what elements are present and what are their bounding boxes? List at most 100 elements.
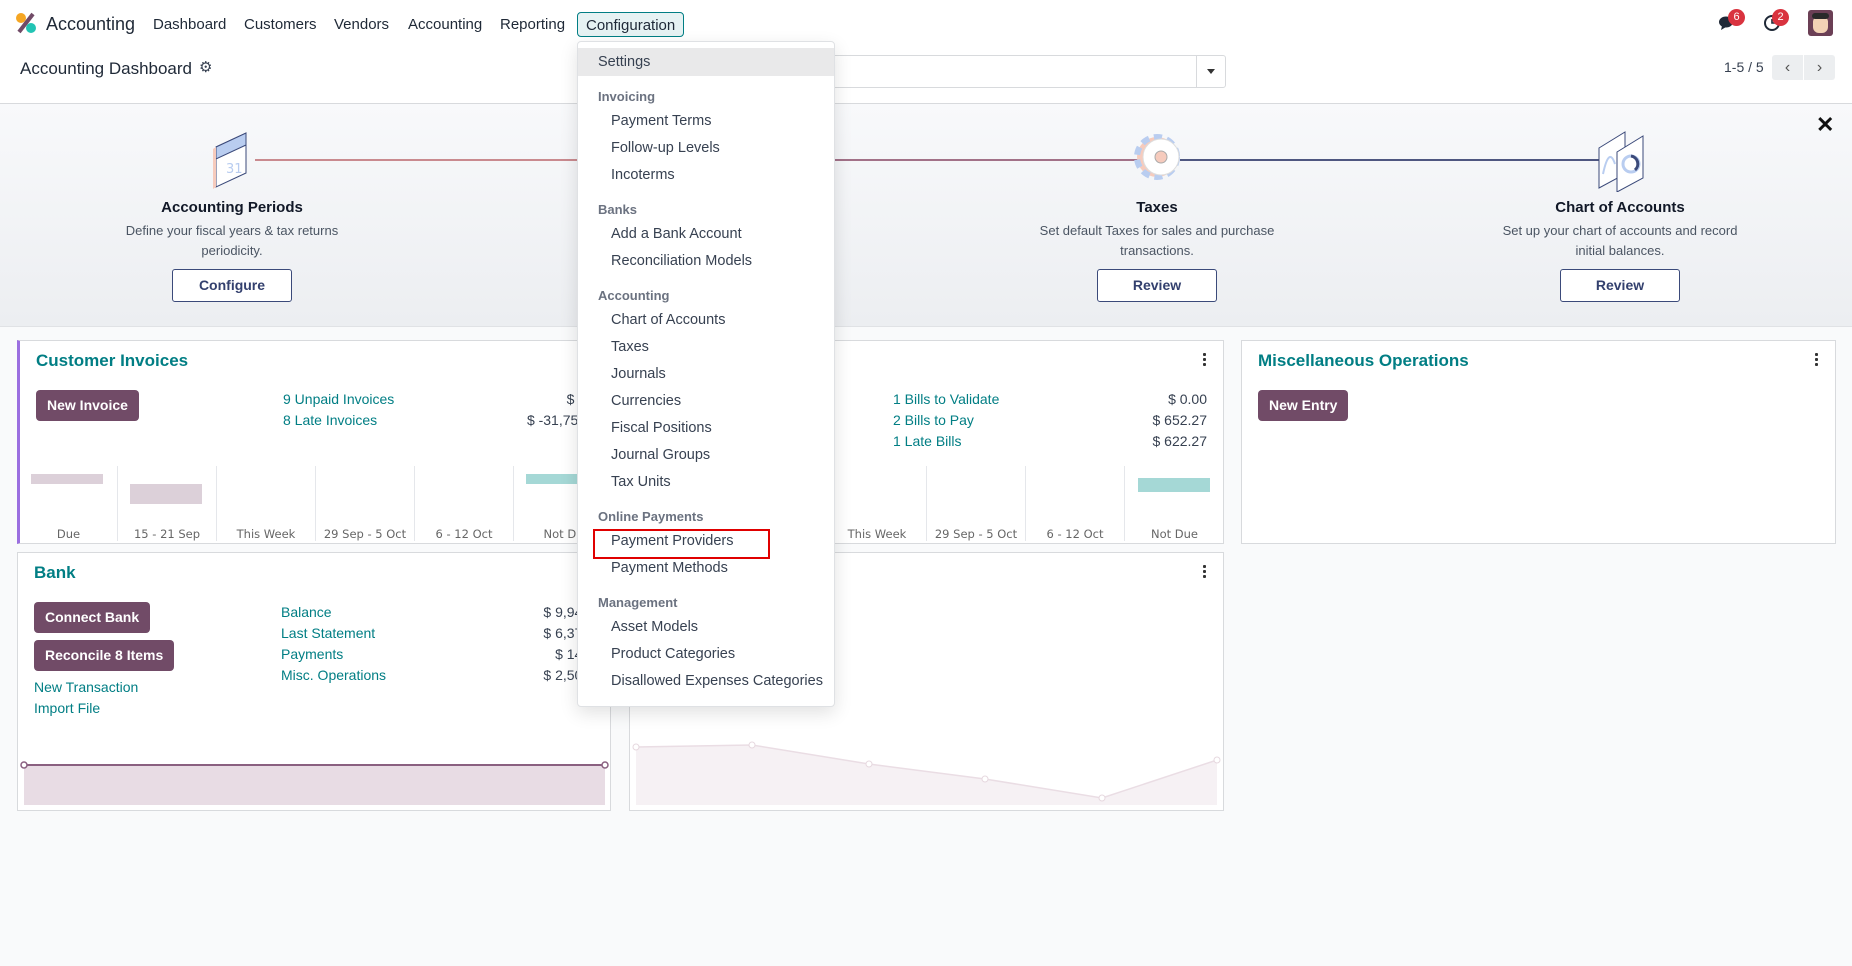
progress-line <box>835 159 1155 161</box>
x-label: 15 - 21 Sep <box>133 527 201 541</box>
payments-link[interactable]: Payments <box>281 646 343 662</box>
kebab-menu-icon[interactable] <box>1203 353 1207 368</box>
import-file-link[interactable]: Import File <box>34 700 100 716</box>
menu-item-payment-methods[interactable]: Payment Methods <box>578 555 834 582</box>
onboarding-banner: 31 Accounting Periods Define your fiscal… <box>0 104 1852 327</box>
menu-item-follow-up-levels[interactable]: Follow-up Levels <box>578 135 834 162</box>
step-description: Set up your chart of accounts and record… <box>1502 223 1738 258</box>
x-label: This Week <box>236 527 296 541</box>
menu-section-header: Accounting <box>598 288 670 303</box>
step-title: Chart of Accounts <box>1555 199 1685 216</box>
bank-card: Bank Connect Bank Reconcile 8 Items New … <box>17 552 611 811</box>
card-title[interactable]: Miscellaneous Operations <box>1258 351 1469 371</box>
menu-item-payment-terms[interactable]: Payment Terms <box>578 108 834 135</box>
x-label: 6 - 12 Oct <box>435 527 493 541</box>
progress-line <box>1180 159 1600 161</box>
gear-illustration-icon <box>1134 134 1180 180</box>
configure-button[interactable]: Configure <box>172 269 292 302</box>
user-avatar[interactable] <box>1808 10 1833 36</box>
review-taxes-button[interactable]: Review <box>1097 269 1217 302</box>
menu-item-settings[interactable]: Settings <box>578 48 834 76</box>
pager-next-button[interactable]: › <box>1804 55 1835 80</box>
misc-operations-link[interactable]: Misc. Operations <box>281 667 386 683</box>
nav-vendors[interactable]: Vendors <box>326 12 397 37</box>
menu-item-chart-of-accounts[interactable]: Chart of Accounts <box>578 307 834 334</box>
misc-operations-card: Miscellaneous Operations New Entry <box>1241 340 1836 544</box>
menu-item-disallowed-expenses-categories[interactable]: Disallowed Expenses Categories <box>578 668 834 695</box>
menu-item-journal-groups[interactable]: Journal Groups <box>578 442 834 469</box>
configuration-dropdown: Settings Invoicing Payment Terms Follow-up… <box>577 41 835 707</box>
x-label: Due <box>56 527 81 541</box>
new-invoice-button[interactable]: New Invoice <box>36 390 139 421</box>
step-description: Define your fiscal years & tax returns p… <box>125 223 339 258</box>
highlight-box <box>593 529 770 559</box>
amount: $ 652.27 <box>1152 412 1208 428</box>
menu-item-fiscal-positions[interactable]: Fiscal Positions <box>578 415 834 442</box>
activities-badge: 2 <box>1772 9 1789 26</box>
menu-section-header: Invoicing <box>598 89 656 104</box>
late-bills-link[interactable]: 1 Late Bills <box>893 433 961 449</box>
bar-due[interactable] <box>31 474 103 484</box>
caret-down-icon <box>1207 69 1215 78</box>
step-title: Accounting Periods <box>161 199 303 216</box>
menu-section-header: Management <box>598 595 678 610</box>
connect-bank-button[interactable]: Connect Bank <box>34 602 151 633</box>
menu-item-add-a-bank-account[interactable]: Add a Bank Account <box>578 221 834 248</box>
calendar-icon: 31 <box>213 132 247 189</box>
page-title: Accounting Dashboard <box>20 59 193 78</box>
card-title[interactable]: Bank <box>34 563 76 583</box>
menu-item-tax-units[interactable]: Tax Units <box>578 469 834 496</box>
late-invoices-link[interactable]: 8 Late Invoices <box>283 412 377 428</box>
top-navbar: Accounting Dashboard Customers Vendors A… <box>0 0 1852 46</box>
new-transaction-link[interactable]: New Transaction <box>34 679 138 695</box>
customer-invoices-card: Customer Invoices New Invoice 9 Unpaid I… <box>17 340 611 644</box>
bills-to-pay-link[interactable]: 2 Bills to Pay <box>893 412 974 428</box>
menu-item-asset-models[interactable]: Asset Models <box>578 614 834 641</box>
menu-item-product-categories[interactable]: Product Categories <box>578 641 834 668</box>
menu-item-incoterms[interactable]: Incoterms <box>578 162 834 189</box>
bar-15-21-sep[interactable] <box>130 484 202 504</box>
x-label: This Week <box>847 527 907 541</box>
balance-link[interactable]: Balance <box>281 604 332 620</box>
pager-value: 1-5 / 5 <box>1724 59 1764 75</box>
nav-customers[interactable]: Customers <box>236 12 325 37</box>
search-options-toggle[interactable] <box>1196 56 1225 87</box>
amount: $ 622.27 <box>1152 433 1208 449</box>
invoices-bar-chart: Due 15 - 21 Sep This Week 29 Sep - 5 Oct… <box>20 466 610 644</box>
x-label: 29 Sep - 5 Oct <box>323 527 407 541</box>
x-label: 6 - 12 Oct <box>1046 527 1104 541</box>
step-description: Set default Taxes for sales and purchase… <box>1039 223 1275 258</box>
reconcile-button[interactable]: Reconcile 8 Items <box>34 640 175 671</box>
menu-item-journals[interactable]: Journals <box>578 361 834 388</box>
menu-item-reconciliation-models[interactable]: Reconciliation Models <box>578 248 834 275</box>
control-panel: Accounting Dashboard ⚙ 1-5 / 5 ‹ › <box>0 46 1852 104</box>
gear-icon[interactable]: ⚙ <box>199 58 212 76</box>
nav-reporting[interactable]: Reporting <box>492 12 573 37</box>
bills-to-validate-link[interactable]: 1 Bills to Validate <box>893 391 999 407</box>
pager-previous-button[interactable]: ‹ <box>1772 55 1803 80</box>
step-title: Taxes <box>1136 199 1178 216</box>
x-label: 29 Sep - 5 Oct <box>934 527 1018 541</box>
bank-balance-graph <box>20 761 609 805</box>
card-title[interactable]: Customer Invoices <box>36 351 188 371</box>
nav-configuration[interactable]: Configuration <box>577 12 685 37</box>
review-chart-button[interactable]: Review <box>1560 269 1680 302</box>
x-label: Not Due <box>1150 527 1199 541</box>
bar-not-due[interactable] <box>1138 478 1210 492</box>
nav-accounting[interactable]: Accounting <box>400 12 490 37</box>
app-name[interactable]: Accounting <box>46 12 135 37</box>
close-banner-icon[interactable]: ✕ <box>1816 112 1834 138</box>
menu-item-taxes[interactable]: Taxes <box>578 334 834 361</box>
messages-badge: 6 <box>1728 9 1745 26</box>
nav-dashboard[interactable]: Dashboard <box>145 12 234 37</box>
last-statement-link[interactable]: Last Statement <box>281 625 375 641</box>
amount: $ 0.00 <box>1168 391 1207 407</box>
app-logo-icon[interactable] <box>14 12 38 34</box>
kebab-menu-icon[interactable] <box>1815 353 1819 368</box>
new-entry-button[interactable]: New Entry <box>1258 390 1349 421</box>
svg-text:31: 31 <box>226 162 243 177</box>
chart-illustration-icon <box>1598 131 1644 192</box>
menu-section-header: Banks <box>598 202 638 217</box>
menu-item-currencies[interactable]: Currencies <box>578 388 834 415</box>
unpaid-invoices-link[interactable]: 9 Unpaid Invoices <box>283 391 394 407</box>
